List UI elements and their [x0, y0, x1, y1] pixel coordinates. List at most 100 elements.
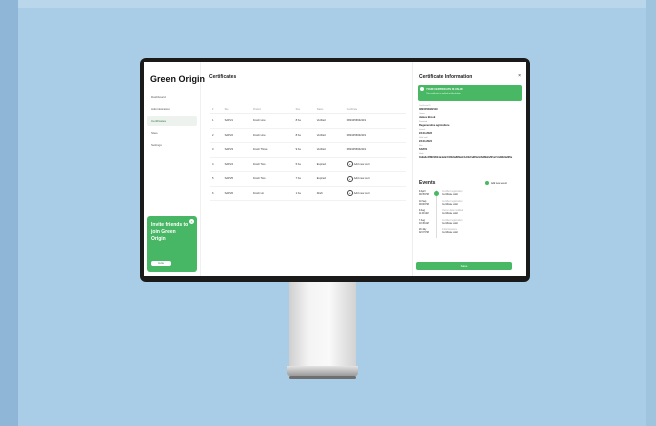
cell-number: 2: [210, 128, 223, 143]
sidebar-item-sites[interactable]: Sites: [147, 128, 197, 138]
cell-site: SAP22: [222, 128, 251, 143]
plus-icon: +: [346, 175, 353, 182]
background-left-strip: [0, 0, 18, 426]
background-right-strip: [646, 0, 656, 426]
status-badge: Expired: [314, 171, 345, 187]
certificates-table: # Site Product Size Status Certificate 1…: [210, 107, 406, 201]
cell-number: 4: [210, 157, 223, 172]
main-content: Certificates # Site Product Size Status …: [204, 62, 408, 276]
cell-site: SAP21: [222, 113, 251, 129]
cell-size: 7 ha: [293, 171, 315, 187]
add-event-label: Add new event: [491, 181, 507, 185]
sidebar-item-certificates[interactable]: Certificates: [147, 116, 197, 126]
cell-number: 1: [210, 113, 223, 129]
event-date: 10 Sep 09:00 PM: [419, 200, 429, 206]
plus-icon: +: [346, 190, 353, 197]
event-item: 7 Aug 10:45 AM Certified registration Cer…: [419, 218, 519, 228]
table-row[interactable]: 6 SAP26 Fresh Lin 1 ha Draft + Add new ce…: [210, 186, 406, 201]
field-value: 0x9a3c4f8f2d6b1a4e9c7d0b3a6f8e2c1d4b7a9f…: [419, 156, 513, 159]
background-top-strip: [0, 0, 656, 8]
cell-product: Fresh Lin: [250, 186, 294, 201]
cell-site: SAP23: [222, 142, 251, 158]
monitor-stand: [289, 282, 356, 366]
sidebar-nav: Dashboard Administration Certificates Si…: [147, 92, 197, 152]
event-result: Certificate valid: [442, 213, 458, 215]
certificate-fields: Certificate ID 0823456932119 Owner James…: [419, 105, 521, 161]
app-screen: Green Origin Dashboard Administration Ce…: [144, 62, 526, 276]
monitor-frame: Green Origin Dashboard Administration Ce…: [140, 58, 530, 282]
add-cert-button[interactable]: + Add new cert: [344, 171, 406, 187]
cell-product: Fresh Two: [250, 171, 294, 187]
status-badge: Verified: [314, 142, 345, 158]
cell-size: 8 ha: [293, 128, 315, 143]
banner-title: YOUR CERTIFICATE IS VALID: [426, 88, 463, 91]
event-result: Certificate valid: [442, 232, 458, 234]
cell-certificate: 0823456932119: [344, 128, 406, 143]
cell-product: Fresh Three: [250, 142, 294, 158]
cell-product: Fresh Line: [250, 128, 294, 143]
table-row[interactable]: 5 SAP25 Fresh Two 7 ha Expired + Add new …: [210, 171, 406, 187]
event-item: 9 Aug 11:00 AM Owner data modified Certif…: [419, 209, 519, 219]
check-icon: [420, 87, 424, 91]
table-row[interactable]: 3 SAP23 Fresh Three 9 ha Verified 082345…: [210, 142, 406, 158]
table-row[interactable]: 2 SAP22 Fresh Line 8 ha Verified 0823456…: [210, 128, 406, 143]
monitor-stand-base: [287, 366, 358, 376]
event-result: Certificate valid: [442, 222, 458, 225]
stand-shadow: [289, 376, 356, 379]
cell-certificate: 0823456932119: [344, 142, 406, 158]
invite-button[interactable]: Invite: [151, 261, 171, 266]
cell-site: SAP24: [222, 157, 251, 172]
sidebar: Green Origin Dashboard Administration Ce…: [144, 62, 205, 276]
status-badge: Verified: [314, 113, 345, 129]
status-badge: Verified: [314, 128, 345, 143]
event-date: 29 July 02:07 PM: [419, 229, 429, 234]
add-cert-label: Add new cert: [353, 191, 370, 195]
cell-number: 6: [210, 186, 223, 201]
cell-certificate: 0823456932119: [344, 113, 406, 129]
panel-title: Certificate Information: [419, 74, 473, 80]
cell-size: 9 ha: [293, 142, 315, 158]
event-item: 10 Sep 09:00 PM Certified registration Ce…: [419, 199, 519, 209]
cell-size: 1 ha: [293, 186, 315, 201]
cell-product: Fresh Two: [250, 157, 294, 172]
page-title: Certificates: [209, 74, 237, 80]
table-row[interactable]: 1 SAP21 Fresh Line 8 ha Verified 0823456…: [210, 113, 406, 129]
event-result: Certificate valid: [442, 203, 458, 206]
sidebar-item-administration[interactable]: Administration: [147, 104, 197, 114]
add-cert-label: Add new cert: [353, 177, 370, 181]
status-badge: Draft: [314, 186, 345, 201]
status-badge: Expired: [314, 157, 345, 172]
add-event-button[interactable]: Add new event: [485, 181, 507, 185]
valid-banner: YOUR CERTIFICATE IS VALID This certifica…: [418, 85, 522, 101]
cell-size: 8 ha: [293, 113, 315, 129]
certificate-info-panel: Certificate Information × YOUR CERTIFICA…: [412, 62, 526, 276]
brand-logo: Green Origin: [150, 74, 206, 84]
sidebar-item-settings[interactable]: Settings: [147, 140, 197, 150]
save-button[interactable]: Save: [416, 262, 512, 270]
add-cert-button[interactable]: + Add new cert: [344, 186, 406, 201]
cell-site: SAP26: [222, 186, 251, 201]
events-title: Events: [419, 180, 436, 186]
promo-text: Invite friends to join Green Origin: [151, 222, 189, 242]
event-date: 7 Aug 10:45 AM: [419, 219, 429, 225]
table-row[interactable]: 4 SAP24 Fresh Two 5 ha Expired + Add new …: [210, 157, 406, 172]
event-result: Certificate valid: [442, 194, 458, 196]
event-date: 9 April 09:35 PM: [419, 191, 429, 196]
add-cert-button[interactable]: + Add new cert: [344, 157, 406, 172]
invite-promo-card: × Invite friends to join Green Origin In…: [147, 216, 197, 272]
close-icon[interactable]: ×: [518, 73, 521, 79]
event-dot-icon: [434, 191, 439, 196]
banner-text: This certificate is verified on blockcha…: [426, 93, 461, 95]
cell-site: SAP25: [222, 171, 251, 187]
plus-icon: +: [346, 161, 353, 168]
add-cert-label: Add new cert: [353, 162, 370, 166]
sidebar-item-dashboard[interactable]: Dashboard: [147, 92, 197, 102]
cell-product: Fresh Line: [250, 113, 294, 129]
cell-number: 5: [210, 171, 223, 187]
cell-number: 3: [210, 142, 223, 158]
events-timeline: 9 April 09:35 PM Certified registration C…: [419, 190, 519, 238]
plus-icon: [485, 181, 489, 185]
cell-size: 5 ha: [293, 157, 315, 172]
event-item: 29 July 02:07 PM Initial issuance Certifi…: [419, 228, 519, 238]
event-date: 9 Aug 11:00 AM: [419, 210, 429, 215]
